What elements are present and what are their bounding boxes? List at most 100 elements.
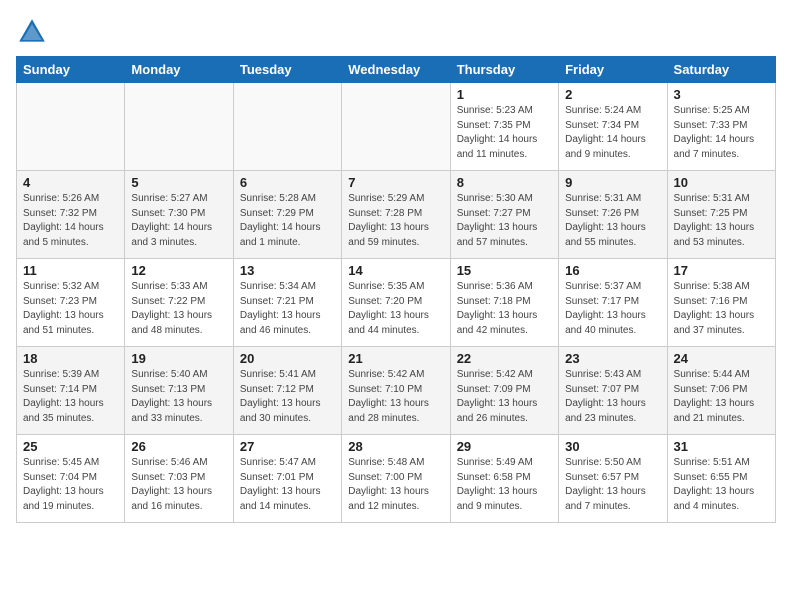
day-info: Sunrise: 5:47 AM Sunset: 7:01 PM Dayligh…	[240, 456, 335, 514]
weekday-header-wednesday: Wednesday	[342, 57, 450, 83]
page-header	[16, 16, 776, 48]
day-number: 6	[240, 175, 335, 190]
day-info: Sunrise: 5:34 AM Sunset: 7:21 PM Dayligh…	[240, 280, 335, 338]
day-info: Sunrise: 5:32 AM Sunset: 7:23 PM Dayligh…	[23, 280, 118, 338]
day-info: Sunrise: 5:48 AM Sunset: 7:00 PM Dayligh…	[348, 456, 443, 514]
day-info: Sunrise: 5:45 AM Sunset: 7:04 PM Dayligh…	[23, 456, 118, 514]
calendar-week-1: 1 Sunrise: 5:23 AM Sunset: 7:35 PM Daylig…	[17, 83, 776, 171]
calendar-cell: 23 Sunrise: 5:43 AM Sunset: 7:07 PM Dayli…	[559, 347, 667, 435]
day-number: 4	[23, 175, 118, 190]
calendar-cell: 16 Sunrise: 5:37 AM Sunset: 7:17 PM Dayli…	[559, 259, 667, 347]
day-info: Sunrise: 5:44 AM Sunset: 7:06 PM Dayligh…	[674, 368, 769, 426]
day-info: Sunrise: 5:33 AM Sunset: 7:22 PM Dayligh…	[131, 280, 226, 338]
day-number: 9	[565, 175, 660, 190]
calendar-cell: 2 Sunrise: 5:24 AM Sunset: 7:34 PM Daylig…	[559, 83, 667, 171]
day-info: Sunrise: 5:25 AM Sunset: 7:33 PM Dayligh…	[674, 104, 769, 162]
day-number: 22	[457, 351, 552, 366]
weekday-header-monday: Monday	[125, 57, 233, 83]
calendar-cell: 13Sunrise: 5:34 AM Sunset: 7:21 PM Dayli…	[233, 259, 341, 347]
day-number: 27	[240, 439, 335, 454]
day-info: Sunrise: 5:49 AM Sunset: 6:58 PM Dayligh…	[457, 456, 552, 514]
calendar-cell: 11Sunrise: 5:32 AM Sunset: 7:23 PM Dayli…	[17, 259, 125, 347]
day-number: 14	[348, 263, 443, 278]
day-info: Sunrise: 5:23 AM Sunset: 7:35 PM Dayligh…	[457, 104, 552, 162]
day-info: Sunrise: 5:31 AM Sunset: 7:25 PM Dayligh…	[674, 192, 769, 250]
day-info: Sunrise: 5:46 AM Sunset: 7:03 PM Dayligh…	[131, 456, 226, 514]
day-info: Sunrise: 5:42 AM Sunset: 7:10 PM Dayligh…	[348, 368, 443, 426]
day-info: Sunrise: 5:26 AM Sunset: 7:32 PM Dayligh…	[23, 192, 118, 250]
calendar-cell: 17 Sunrise: 5:38 AM Sunset: 7:16 PM Dayli…	[667, 259, 775, 347]
day-number: 25	[23, 439, 118, 454]
day-info: Sunrise: 5:27 AM Sunset: 7:30 PM Dayligh…	[131, 192, 226, 250]
calendar-cell: 31 Sunrise: 5:51 AM Sunset: 6:55 PM Dayli…	[667, 435, 775, 523]
day-number: 19	[131, 351, 226, 366]
calendar-cell: 22Sunrise: 5:42 AM Sunset: 7:09 PM Dayli…	[450, 347, 558, 435]
day-number: 15	[457, 263, 552, 278]
calendar-week-4: 18 Sunrise: 5:39 AM Sunset: 7:14 PM Dayli…	[17, 347, 776, 435]
day-number: 28	[348, 439, 443, 454]
weekday-header-friday: Friday	[559, 57, 667, 83]
calendar-cell: 19 Sunrise: 5:40 AM Sunset: 7:13 PM Dayli…	[125, 347, 233, 435]
day-number: 17	[674, 263, 769, 278]
calendar-cell: 26Sunrise: 5:46 AM Sunset: 7:03 PM Dayli…	[125, 435, 233, 523]
day-info: Sunrise: 5:50 AM Sunset: 6:57 PM Dayligh…	[565, 456, 660, 514]
calendar-cell: 6 Sunrise: 5:28 AM Sunset: 7:29 PM Daylig…	[233, 171, 341, 259]
day-number: 18	[23, 351, 118, 366]
day-info: Sunrise: 5:30 AM Sunset: 7:27 PM Dayligh…	[457, 192, 552, 250]
calendar-cell: 10 Sunrise: 5:31 AM Sunset: 7:25 PM Dayli…	[667, 171, 775, 259]
weekday-header-saturday: Saturday	[667, 57, 775, 83]
logo-icon	[16, 16, 48, 48]
day-number: 8	[457, 175, 552, 190]
calendar-cell: 29 Sunrise: 5:49 AM Sunset: 6:58 PM Dayli…	[450, 435, 558, 523]
calendar-cell: 1 Sunrise: 5:23 AM Sunset: 7:35 PM Daylig…	[450, 83, 558, 171]
weekday-header-tuesday: Tuesday	[233, 57, 341, 83]
day-info: Sunrise: 5:28 AM Sunset: 7:29 PM Dayligh…	[240, 192, 335, 250]
calendar-cell: 20Sunrise: 5:41 AM Sunset: 7:12 PM Dayli…	[233, 347, 341, 435]
day-number: 30	[565, 439, 660, 454]
day-info: Sunrise: 5:39 AM Sunset: 7:14 PM Dayligh…	[23, 368, 118, 426]
day-info: Sunrise: 5:31 AM Sunset: 7:26 PM Dayligh…	[565, 192, 660, 250]
day-info: Sunrise: 5:35 AM Sunset: 7:20 PM Dayligh…	[348, 280, 443, 338]
calendar-cell	[17, 83, 125, 171]
day-info: Sunrise: 5:37 AM Sunset: 7:17 PM Dayligh…	[565, 280, 660, 338]
day-info: Sunrise: 5:24 AM Sunset: 7:34 PM Dayligh…	[565, 104, 660, 162]
calendar-cell	[233, 83, 341, 171]
day-info: Sunrise: 5:51 AM Sunset: 6:55 PM Dayligh…	[674, 456, 769, 514]
day-number: 2	[565, 87, 660, 102]
day-number: 16	[565, 263, 660, 278]
day-number: 23	[565, 351, 660, 366]
day-number: 24	[674, 351, 769, 366]
calendar-cell: 3 Sunrise: 5:25 AM Sunset: 7:33 PM Daylig…	[667, 83, 775, 171]
day-number: 29	[457, 439, 552, 454]
calendar-cell: 27 Sunrise: 5:47 AM Sunset: 7:01 PM Dayli…	[233, 435, 341, 523]
calendar-cell: 24 Sunrise: 5:44 AM Sunset: 7:06 PM Dayli…	[667, 347, 775, 435]
calendar-header-row: SundayMondayTuesdayWednesdayThursdayFrid…	[17, 57, 776, 83]
day-info: Sunrise: 5:41 AM Sunset: 7:12 PM Dayligh…	[240, 368, 335, 426]
calendar-cell: 9 Sunrise: 5:31 AM Sunset: 7:26 PM Daylig…	[559, 171, 667, 259]
calendar-week-3: 11Sunrise: 5:32 AM Sunset: 7:23 PM Dayli…	[17, 259, 776, 347]
day-info: Sunrise: 5:36 AM Sunset: 7:18 PM Dayligh…	[457, 280, 552, 338]
calendar-cell: 5 Sunrise: 5:27 AM Sunset: 7:30 PM Daylig…	[125, 171, 233, 259]
day-number: 10	[674, 175, 769, 190]
calendar-week-5: 25 Sunrise: 5:45 AM Sunset: 7:04 PM Dayli…	[17, 435, 776, 523]
calendar-cell: 8 Sunrise: 5:30 AM Sunset: 7:27 PM Daylig…	[450, 171, 558, 259]
day-info: Sunrise: 5:29 AM Sunset: 7:28 PM Dayligh…	[348, 192, 443, 250]
calendar-cell: 4 Sunrise: 5:26 AM Sunset: 7:32 PM Daylig…	[17, 171, 125, 259]
calendar-cell: 21 Sunrise: 5:42 AM Sunset: 7:10 PM Dayli…	[342, 347, 450, 435]
calendar-week-2: 4 Sunrise: 5:26 AM Sunset: 7:32 PM Daylig…	[17, 171, 776, 259]
day-number: 21	[348, 351, 443, 366]
day-info: Sunrise: 5:38 AM Sunset: 7:16 PM Dayligh…	[674, 280, 769, 338]
day-number: 7	[348, 175, 443, 190]
day-info: Sunrise: 5:43 AM Sunset: 7:07 PM Dayligh…	[565, 368, 660, 426]
calendar-cell: 12Sunrise: 5:33 AM Sunset: 7:22 PM Dayli…	[125, 259, 233, 347]
weekday-header-thursday: Thursday	[450, 57, 558, 83]
day-number: 3	[674, 87, 769, 102]
calendar-cell	[342, 83, 450, 171]
day-info: Sunrise: 5:40 AM Sunset: 7:13 PM Dayligh…	[131, 368, 226, 426]
calendar-cell: 14 Sunrise: 5:35 AM Sunset: 7:20 PM Dayli…	[342, 259, 450, 347]
calendar-cell: 30 Sunrise: 5:50 AM Sunset: 6:57 PM Dayli…	[559, 435, 667, 523]
day-number: 5	[131, 175, 226, 190]
day-number: 31	[674, 439, 769, 454]
day-number: 1	[457, 87, 552, 102]
calendar-cell: 25 Sunrise: 5:45 AM Sunset: 7:04 PM Dayli…	[17, 435, 125, 523]
